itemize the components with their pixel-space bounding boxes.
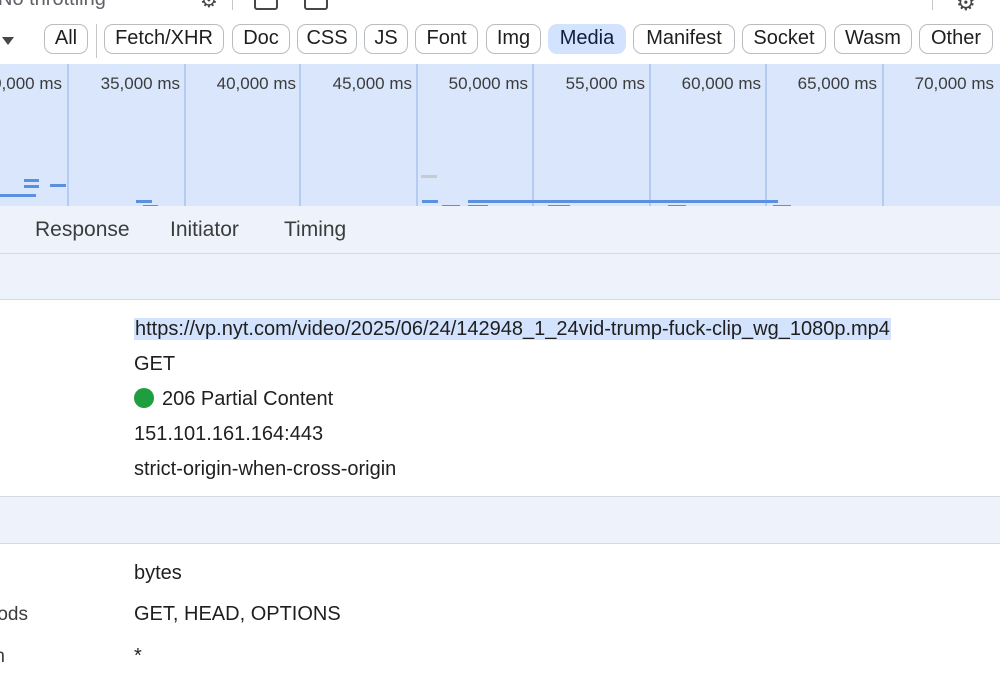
request-timing-bar xyxy=(0,194,36,197)
timeline-tick-label: 50,000 ms xyxy=(449,74,528,93)
filter-chip-css[interactable]: CSS xyxy=(297,24,357,54)
request-timing-bar xyxy=(136,200,152,203)
status-code-value: 206 Partial Content xyxy=(134,388,333,411)
filter-chip-font[interactable]: Font xyxy=(415,24,478,54)
request-timing-bar xyxy=(421,175,437,178)
timeline-tick-label: 30,000 ms xyxy=(0,74,62,93)
filter-chip-wasm[interactable]: Wasm xyxy=(834,24,912,54)
request-url-value: https://vp.nyt.com/video/2025/06/24/1429… xyxy=(134,318,891,341)
settings-gear-icon[interactable]: ⚙ xyxy=(956,0,976,16)
toolbar-divider xyxy=(232,0,233,10)
header-name: Access-Control-Allow-Origin xyxy=(0,646,5,668)
request-timing-bar xyxy=(422,200,438,203)
filter-chip-manifest[interactable]: Manifest xyxy=(633,24,735,54)
timeline-tick-label: 35,000 ms xyxy=(101,74,180,93)
status-code-text: 206 Partial Content xyxy=(162,388,334,410)
request-timing-bar xyxy=(468,200,778,203)
filter-chip-socket[interactable]: Socket xyxy=(742,24,826,54)
filter-chip-doc[interactable]: Doc xyxy=(232,24,290,54)
request-detail-tabs: Response Initiator Timing xyxy=(0,206,1000,254)
overview-chart: 30,000 ms 35,000 ms 40,000 ms 45,000 ms 50,0… xyxy=(0,64,994,206)
chevron-down-icon[interactable] xyxy=(2,37,14,45)
timeline-tick-label: 65,000 ms xyxy=(798,74,877,93)
tab-timing[interactable]: Timing xyxy=(284,218,346,242)
filter-divider xyxy=(96,24,97,58)
request-timing-bar xyxy=(24,179,39,182)
header-value: bytes xyxy=(134,562,182,584)
referrer-policy-value: strict-origin-when-cross-origin xyxy=(134,458,397,480)
request-timing-bar xyxy=(527,200,547,203)
export-har-icon[interactable] xyxy=(304,0,328,10)
network-toolbar: No throttling ⚙ ⚙ xyxy=(0,0,1000,18)
filter-chip-fetch-xhr[interactable]: Fetch/XHR xyxy=(104,24,224,54)
resource-type-filter-bar: All Fetch/XHR Doc CSS JS Font Img Media Manifest… xyxy=(0,18,1000,64)
filter-chip-all[interactable]: All xyxy=(44,24,88,54)
header-name: Access-Control-Allow-Methods xyxy=(0,604,28,625)
request-timing-bar xyxy=(50,184,66,187)
response-headers-section-header[interactable] xyxy=(0,496,1000,544)
request-url-text[interactable]: https://vp.nyt.com/video/2025/06/24/1429… xyxy=(134,318,891,340)
timeline-tick-label: 70,000 ms xyxy=(915,74,994,93)
tab-response[interactable]: Response xyxy=(35,218,130,242)
general-section-header[interactable] xyxy=(0,254,1000,300)
remote-address-value: 151.101.161.164:443 xyxy=(134,423,324,445)
filter-chip-js[interactable]: JS xyxy=(364,24,408,54)
status-ok-icon xyxy=(134,388,154,408)
timeline-tick-label: 60,000 ms xyxy=(682,74,761,93)
request-timing-bar xyxy=(24,185,39,188)
timeline-tick-label: 45,000 ms xyxy=(333,74,412,93)
filter-chip-other[interactable]: Other xyxy=(919,24,993,54)
timeline-tick-label: 55,000 ms xyxy=(566,74,645,93)
filter-chip-img[interactable]: Img xyxy=(486,24,541,54)
tab-initiator[interactable]: Initiator xyxy=(170,218,239,242)
header-value: * xyxy=(134,645,142,667)
header-value: GET, HEAD, OPTIONS xyxy=(134,603,341,625)
request-timing-bar xyxy=(546,200,568,203)
toolbar-divider xyxy=(932,0,933,10)
import-har-icon[interactable] xyxy=(254,0,278,10)
throttling-gear-icon[interactable]: ⚙ xyxy=(200,0,218,13)
timeline-tick-label: 40,000 ms xyxy=(217,74,296,93)
filter-chip-media[interactable]: Media xyxy=(548,24,626,54)
network-overview-timeline[interactable]: 30,000 ms 35,000 ms 40,000 ms 45,000 ms 50,0… xyxy=(0,64,1000,206)
throttling-select[interactable]: No throttling xyxy=(0,0,106,11)
request-method-value: GET xyxy=(134,353,176,375)
